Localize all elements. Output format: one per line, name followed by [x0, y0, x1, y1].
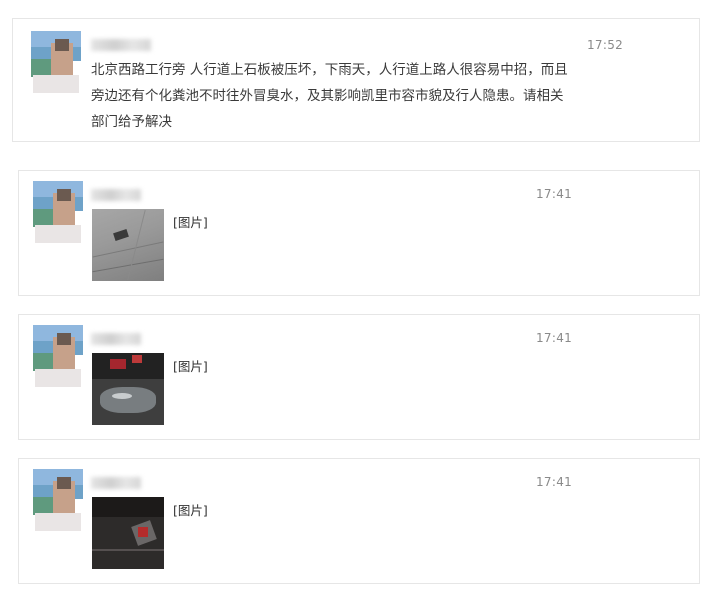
message-text-line: 部门给予解决: [91, 114, 172, 130]
message-card: 17:41 [图片]: [18, 170, 700, 296]
message-text-line: 北京西路工行旁 人行道上石板被压坏，下雨天，人行道上路人很容易中招，而且: [91, 62, 568, 78]
sender-name-redacted: [91, 333, 141, 345]
message-text-line: 旁边还有个化粪池不时往外冒臭水，及其影响凯里市容市貌及行人隐患。请相关: [91, 88, 564, 104]
avatar[interactable]: [33, 469, 83, 531]
image-label: [图片]: [173, 215, 208, 230]
image-label: [图片]: [173, 359, 208, 374]
message-timestamp: 17:52: [587, 38, 624, 52]
avatar[interactable]: [33, 325, 83, 387]
message-card: 17:41 [图片]: [18, 458, 700, 584]
image-thumbnail[interactable]: [92, 353, 164, 425]
message-timestamp: 17:41: [536, 187, 573, 201]
avatar[interactable]: [33, 181, 83, 243]
sender-name-redacted: [91, 39, 151, 51]
message-timestamp: 17:41: [536, 331, 573, 345]
message-text: 北京西路工行旁 人行道上石板被压坏，下雨天，人行道上路人很容易中招，而且 旁边还…: [91, 57, 631, 135]
message-card: 17:41 [图片]: [18, 314, 700, 440]
message-timestamp: 17:41: [536, 475, 573, 489]
image-thumbnail[interactable]: [92, 497, 164, 569]
sender-name-redacted: [91, 477, 141, 489]
message-card: 17:52 北京西路工行旁 人行道上石板被压坏，下雨天，人行道上路人很容易中招，…: [12, 18, 700, 142]
image-label: [图片]: [173, 503, 208, 518]
avatar[interactable]: [31, 31, 81, 93]
image-thumbnail[interactable]: [92, 209, 164, 281]
sender-name-redacted: [91, 189, 141, 201]
